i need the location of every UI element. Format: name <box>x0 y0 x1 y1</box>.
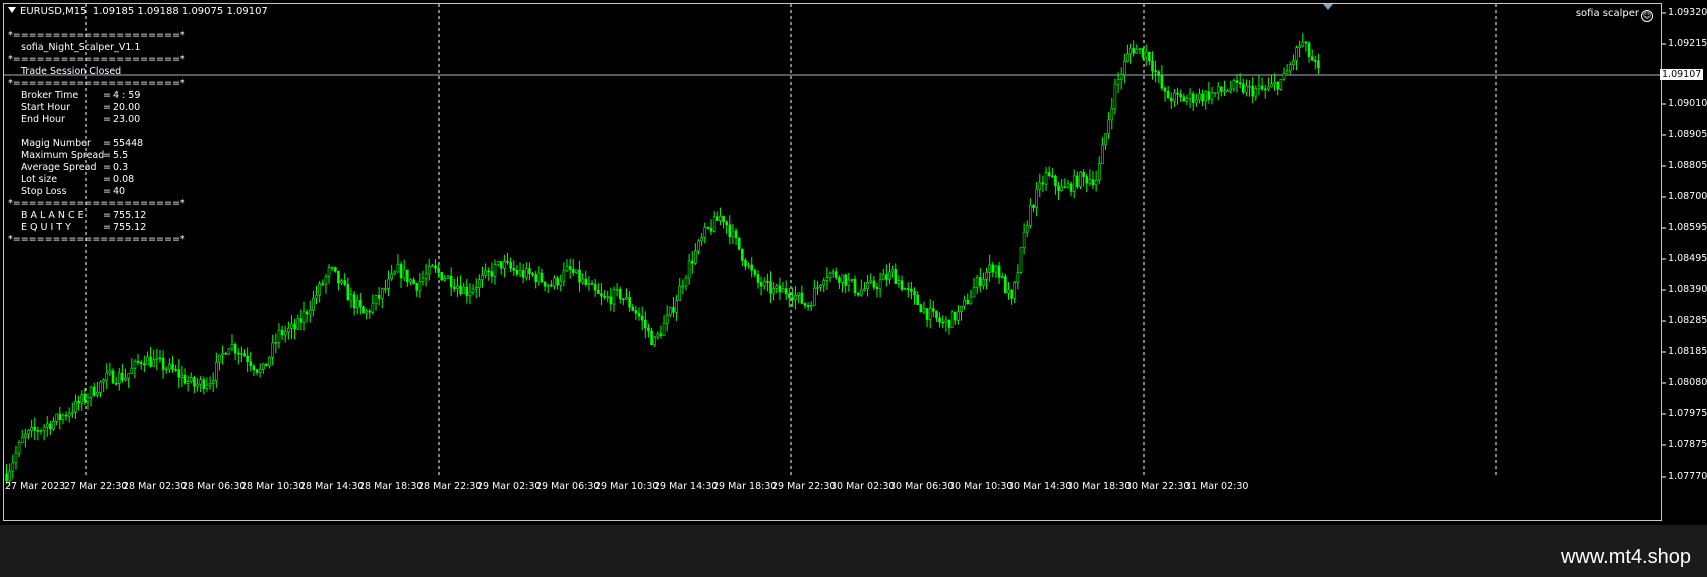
time-tick-label: 30 Mar 22:30 <box>1126 481 1190 492</box>
time-tick-label: 27 Mar 2023 <box>5 481 66 492</box>
time-tick-label: 28 Mar 14:30 <box>300 481 364 492</box>
panel-row-equals: = <box>103 210 111 221</box>
time-tick-label: 30 Mar 06:30 <box>890 481 954 492</box>
time-tick-label: 29 Mar 18:30 <box>713 481 777 492</box>
price-tick-label: 1.08805 <box>1668 160 1707 171</box>
panel-row-value: 0.3 <box>113 162 129 173</box>
panel-row-label: Maximum Spread <box>21 150 105 161</box>
panel-row-value: 23.00 <box>113 114 141 125</box>
time-tick-label: 28 Mar 10:30 <box>241 481 305 492</box>
price-tick-label: 1.09320 <box>1668 7 1707 18</box>
price-tick-label: 1.08285 <box>1668 315 1707 326</box>
time-tick-label: 30 Mar 02:30 <box>831 481 895 492</box>
panel-row-equals: = <box>103 150 111 161</box>
panel-row-equals: = <box>103 186 111 197</box>
indicator-label: sofia scalper ☺ <box>1576 8 1653 22</box>
time-tick-label: 28 Mar 22:30 <box>418 481 482 492</box>
panel-row: Stop Loss = 40 <box>8 186 185 198</box>
panel-row-value: 4 : 59 <box>113 90 141 101</box>
ea-title: sofia_Night_Scalper_V1.1 <box>21 42 141 53</box>
panel-row-equals: = <box>103 90 111 101</box>
time-tick-label: 29 Mar 10:30 <box>595 481 659 492</box>
price-tick-label: 1.09010 <box>1668 98 1707 109</box>
price-tick-label: 1.08700 <box>1668 191 1707 202</box>
panel-row-equals: = <box>103 174 111 185</box>
panel-row-value: 755.12 <box>113 210 147 221</box>
time-tick-label: 29 Mar 06:30 <box>536 481 600 492</box>
time-grid <box>0 0 1707 525</box>
panel-row: Start Hour = 20.00 <box>8 102 185 114</box>
panel-row: End Hour = 23.00 <box>8 114 185 126</box>
time-tick-label: 31 Mar 02:30 <box>1185 481 1249 492</box>
time-tick-label: 30 Mar 14:30 <box>1008 481 1072 492</box>
panel-separator: *=====================* <box>8 54 185 65</box>
panel-row-label: Lot size <box>21 174 58 185</box>
time-tick-label: 29 Mar 02:30 <box>477 481 541 492</box>
time-tick-label: 28 Mar 18:30 <box>359 481 423 492</box>
ask-line-marker-icon <box>1323 4 1333 10</box>
panel-row-equals: = <box>103 162 111 173</box>
panel-row-value: 40 <box>113 186 126 197</box>
symbol-timeframe: EURUSD,M15 <box>20 6 87 17</box>
panel-separator: *=====================* <box>8 234 185 245</box>
symbol-header: EURUSD,M15 1.09185 1.09188 1.09075 1.091… <box>8 6 268 17</box>
smiley-icon[interactable]: ☺ <box>1641 10 1653 22</box>
time-tick-label: 30 Mar 10:30 <box>949 481 1013 492</box>
price-tick-label: 1.07975 <box>1668 408 1707 419</box>
panel-spacer <box>8 126 185 138</box>
current-price-tag: 1.09107 <box>1660 69 1704 80</box>
panel-row-label: Average Spread <box>21 162 97 173</box>
panel-separator: *=====================* <box>8 78 185 89</box>
panel-row: Maximum Spread= 5.5 <box>8 150 185 162</box>
time-tick-label: 27 Mar 22:30 <box>64 481 128 492</box>
panel-row-value: 0.08 <box>113 174 135 185</box>
panel-row-label: Stop Loss <box>21 186 67 197</box>
panel-row-equals: = <box>103 222 111 233</box>
chart-window[interactable]: EURUSD,M15 1.09185 1.09188 1.09075 1.091… <box>0 0 1707 577</box>
price-tick-label: 1.08390 <box>1668 284 1707 295</box>
panel-separator: *=====================* <box>8 30 185 41</box>
time-tick-label: 30 Mar 18:30 <box>1067 481 1131 492</box>
price-tick-label: 1.08185 <box>1668 346 1707 357</box>
panel-row-label: Broker Time <box>21 90 79 101</box>
price-tick-label: 1.07875 <box>1668 439 1707 450</box>
panel-row-label: B A L A N C E <box>21 210 84 221</box>
footer-bar <box>0 525 1707 577</box>
trade-session-status: Trade Session Closed <box>21 66 122 77</box>
panel-row: Magig Number = 55448 <box>8 138 185 150</box>
panel-row-value: 5.5 <box>113 150 129 161</box>
indicator-name: sofia scalper <box>1575 8 1639 19</box>
watermark: www.mt4.shop <box>1560 546 1691 568</box>
time-tick-label: 29 Mar 14:30 <box>654 481 718 492</box>
panel-row: Broker Time = 4 : 59 <box>8 90 185 102</box>
panel-row-label: Magig Number <box>21 138 91 149</box>
panel-row-value: 55448 <box>113 138 144 149</box>
panel-separator: *=====================* <box>8 198 185 209</box>
price-tick-label: 1.08905 <box>1668 129 1707 140</box>
collapse-triangle-icon[interactable] <box>8 7 16 13</box>
panel-row: B A L A N C E = 755.12 <box>8 210 185 222</box>
panel-row-label: End Hour <box>21 114 65 125</box>
panel-row-equals: = <box>103 102 111 113</box>
ohlc-values: 1.09185 1.09188 1.09075 1.09107 <box>92 6 268 17</box>
panel-row-label: Start Hour <box>21 102 71 113</box>
price-tick-label: 1.08495 <box>1668 253 1707 264</box>
panel-row: E Q U I T Y = 755.12 <box>8 222 185 234</box>
panel-row-value: 755.12 <box>113 222 147 233</box>
panel-row-value: 20.00 <box>113 102 141 113</box>
time-tick-label: 28 Mar 06:30 <box>182 481 246 492</box>
panel-row: Average Spread = 0.3 <box>8 162 185 174</box>
price-tick-label: 1.08080 <box>1668 377 1707 388</box>
panel-row: Lot size = 0.08 <box>8 174 185 186</box>
price-tick-label: 1.08595 <box>1668 222 1707 233</box>
panel-row-equals: = <box>103 114 111 125</box>
panel-row-label: E Q U I T Y <box>21 222 71 233</box>
price-tick-label: 1.07770 <box>1668 471 1707 482</box>
panel-row-equals: = <box>103 138 111 149</box>
time-tick-label: 29 Mar 22:30 <box>772 481 836 492</box>
ea-info-panel: *=====================* sofia_Night_Scalp… <box>8 30 185 246</box>
price-tick-label: 1.09215 <box>1668 38 1707 49</box>
time-tick-label: 28 Mar 02:30 <box>123 481 187 492</box>
